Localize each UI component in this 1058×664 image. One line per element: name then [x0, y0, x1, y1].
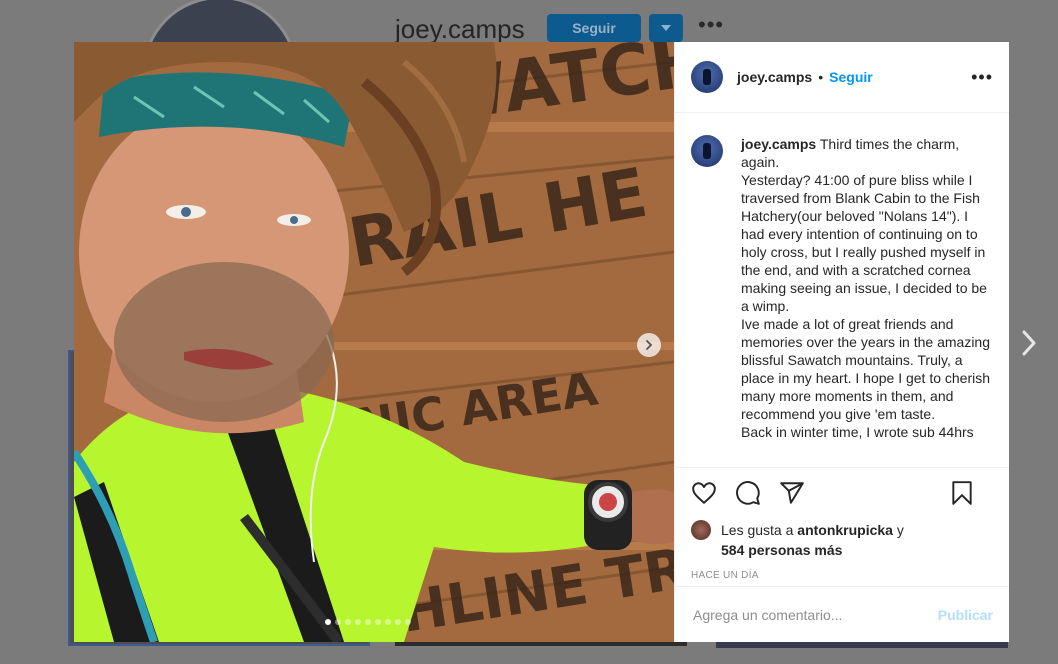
- carousel-dot: [405, 619, 411, 625]
- share-icon[interactable]: [779, 480, 805, 506]
- caption-line: Back in winter time, I wrote sub 44hrs: [741, 424, 974, 440]
- caption-line: Ive made a lot of great friends and memo…: [741, 316, 991, 422]
- post-actions: Les gusta a antonkrupicka y 584 personas…: [675, 467, 1009, 586]
- caption-section: joey.camps Third times the charm, again.…: [675, 113, 1009, 467]
- caption-text: joey.camps Third times the charm, again.…: [741, 135, 995, 467]
- carousel-dot: [355, 619, 361, 625]
- post-photo[interactable]: WATCH RAIL HE NIC AREA HLINE TRA: [74, 42, 674, 642]
- post-header: joey.camps • Seguir •••: [675, 42, 1009, 113]
- likes-prefix: Les gusta a: [721, 522, 794, 538]
- carousel-dot: [365, 619, 371, 625]
- carousel-dot: [335, 619, 341, 625]
- carousel-dot: [385, 619, 391, 625]
- more-options-icon[interactable]: •••: [971, 68, 993, 86]
- likes-count[interactable]: 584 personas más: [721, 542, 842, 558]
- heart-icon[interactable]: [691, 480, 717, 506]
- profile-username: joey.camps: [395, 14, 525, 44]
- profile-suggestions-button[interactable]: [649, 14, 683, 42]
- comment-icon[interactable]: [735, 480, 761, 506]
- caption-username[interactable]: joey.camps: [741, 136, 816, 152]
- separator-dot: •: [818, 69, 824, 85]
- post-timestamp[interactable]: HACE UN DÍA: [691, 570, 993, 581]
- post-modal: WATCH RAIL HE NIC AREA HLINE TRA joey.ca…: [74, 42, 1009, 642]
- follow-button[interactable]: Seguir: [829, 69, 873, 85]
- likes-summary: Les gusta a antonkrupicka y 584 personas…: [691, 520, 993, 560]
- likes-suffix: y: [896, 522, 904, 538]
- comment-input[interactable]: [691, 605, 938, 624]
- carousel-next-button[interactable]: [637, 333, 661, 357]
- liker-username[interactable]: antonkrupicka: [797, 522, 893, 538]
- chevron-right-icon: [646, 340, 653, 350]
- carousel-dot: [375, 619, 381, 625]
- carousel-dots: [325, 619, 411, 625]
- caption-line: Yesterday? 41:00 of pure bliss while I t…: [741, 172, 987, 314]
- carousel-dot: [325, 619, 331, 625]
- profile-follow-button[interactable]: Seguir: [547, 14, 641, 42]
- profile-more-icon[interactable]: •••: [698, 12, 724, 38]
- caption-author-avatar[interactable]: [691, 135, 723, 167]
- post-sidebar: joey.camps • Seguir ••• joey.camps Third…: [674, 42, 1009, 642]
- carousel-dot: [345, 619, 351, 625]
- caret-down-icon: [661, 25, 671, 31]
- carousel-dot: [395, 619, 401, 625]
- comment-bar: Publicar: [675, 586, 1009, 642]
- publish-button[interactable]: Publicar: [938, 607, 993, 623]
- bookmark-icon[interactable]: [949, 480, 975, 506]
- author-avatar[interactable]: [691, 61, 723, 93]
- author-username[interactable]: joey.camps: [737, 69, 812, 85]
- liker-avatar[interactable]: [691, 520, 711, 540]
- next-post-arrow-icon[interactable]: [1016, 326, 1042, 360]
